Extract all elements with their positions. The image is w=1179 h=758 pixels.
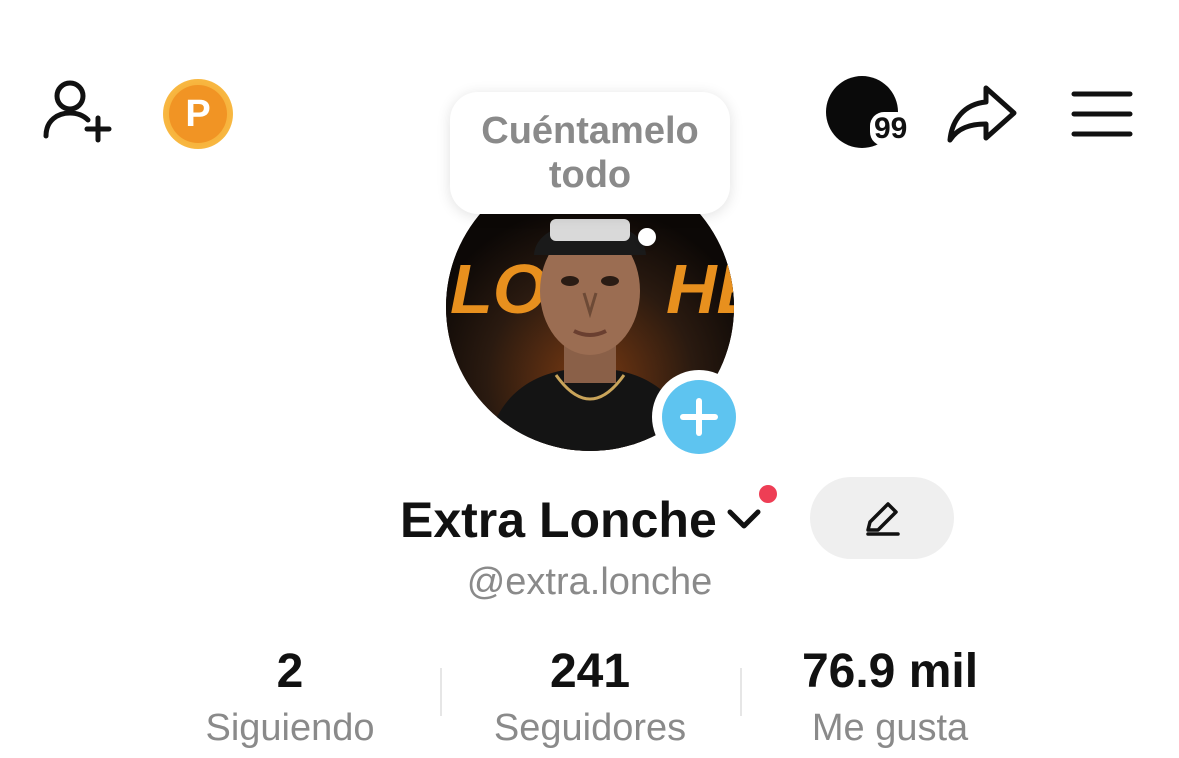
svg-text:HE: HE (666, 250, 734, 328)
add-story-badge (662, 380, 736, 454)
add-story-button[interactable] (652, 370, 746, 464)
display-name[interactable]: Extra Lonche (400, 488, 717, 552)
share-arrow-icon (947, 85, 1017, 143)
notification-dot (756, 482, 780, 506)
add-friend-button[interactable] (38, 76, 118, 148)
plus-icon (680, 398, 718, 436)
profile-screen: P 99 LON HE (0, 0, 1179, 758)
stat-value: 241 (549, 645, 631, 698)
person-add-icon (43, 80, 112, 143)
inbox-avatar-button[interactable]: 99 (822, 74, 922, 154)
stat-label: Me gusta (811, 707, 969, 749)
stat-value: 2 (276, 645, 304, 698)
stat-likes[interactable]: 76.9 mil Me gusta (740, 642, 1040, 752)
note-bubble-text: Cuéntamelo todo (481, 110, 699, 196)
stat-label: Seguidores (493, 707, 687, 749)
edit-profile-button[interactable] (810, 477, 954, 559)
inbox-count-badge: 99 (870, 112, 912, 146)
chevron-down-icon[interactable] (724, 504, 764, 534)
menu-button[interactable] (1066, 84, 1138, 144)
points-button[interactable]: P (160, 78, 236, 150)
coin-p-icon: P (163, 79, 233, 149)
note-bubble[interactable]: Cuéntamelo todo (450, 92, 730, 214)
stat-followers[interactable]: 241 Seguidores (440, 642, 740, 752)
username: @extra.lonche (466, 561, 713, 603)
stat-following[interactable]: 2 Siguiendo (140, 642, 440, 752)
pencil-icon (866, 502, 900, 536)
coin-letter: P (169, 85, 227, 143)
note-bubble-tail (638, 228, 656, 246)
stat-label: Siguiendo (205, 707, 375, 749)
stat-value: 76.9 mil (801, 645, 979, 698)
share-button[interactable] (942, 80, 1022, 146)
hamburger-menu-icon (1071, 91, 1133, 137)
